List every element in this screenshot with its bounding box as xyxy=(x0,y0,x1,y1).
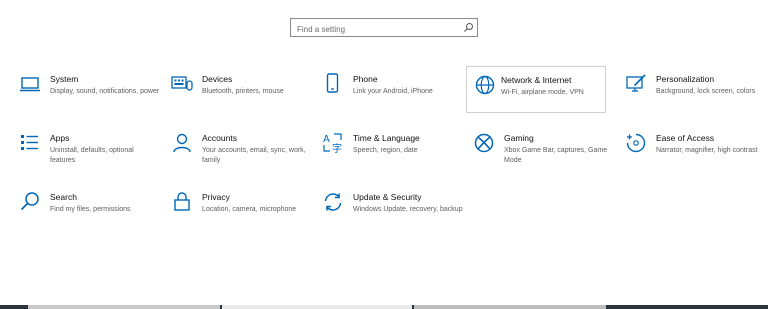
category-title: Gaming xyxy=(504,133,534,143)
category-description: Find my files, permissions xyxy=(50,206,131,213)
sync-icon xyxy=(321,190,345,214)
ease-of-access-icon xyxy=(624,131,648,155)
category-title: Apps xyxy=(50,133,70,143)
category-title: System xyxy=(50,74,79,84)
paint-icon xyxy=(624,72,648,96)
category-ease-of-access[interactable]: Ease of Access Narrator, magnifier, high… xyxy=(624,131,765,177)
taskbar-segment xyxy=(414,305,606,309)
search-box[interactable] xyxy=(290,18,478,38)
person-icon xyxy=(170,131,194,155)
category-description: Speech, region, date xyxy=(353,147,418,154)
category-accounts[interactable]: Accounts Your accounts, email, sync, wor… xyxy=(173,131,311,177)
svg-text:字: 字 xyxy=(332,142,342,155)
category-devices[interactable]: Devices Bluetooth, printers, mouse xyxy=(170,72,311,118)
taskbar-segment xyxy=(28,305,220,309)
lock-icon xyxy=(170,190,194,214)
phone-icon xyxy=(321,72,345,96)
category-description: Windows Update, recovery, backup xyxy=(353,206,463,213)
category-title: Phone xyxy=(353,74,378,84)
category-search[interactable]: Search Find my files, permissions xyxy=(18,190,159,236)
category-description: Link your Android, iPhone xyxy=(353,88,433,95)
category-update-security[interactable]: Update & Security Windows Update, recove… xyxy=(321,190,463,236)
category-description: Location, camera, microphone xyxy=(202,206,297,213)
category-title: Search xyxy=(50,192,77,202)
category-description: Wi-Fi, airplane mode, VPN xyxy=(501,89,584,96)
category-network-internet[interactable]: Network & Internet Wi-Fi, airplane mode,… xyxy=(466,66,606,113)
category-apps[interactable]: Apps Uninstall, defaults, optional featu… xyxy=(21,131,159,177)
globe-icon xyxy=(473,73,497,97)
category-description: Bluetooth, printers, mouse xyxy=(202,88,284,95)
category-description: Your accounts, email, sync, work, family xyxy=(202,147,306,164)
category-privacy[interactable]: Privacy Location, camera, microphone xyxy=(173,190,311,236)
category-title: Update & Security xyxy=(353,192,422,202)
laptop-icon xyxy=(18,72,42,96)
category-title: Network & Internet xyxy=(501,75,572,85)
category-description: Narrator, magnifier, high contrast xyxy=(656,147,758,154)
taskbar xyxy=(0,305,768,309)
category-gaming[interactable]: Gaming Xbox Game Bar, captures, Game Mod… xyxy=(472,131,613,177)
keyboard-icon xyxy=(170,72,194,96)
category-description: Xbox Game Bar, captures, Game Mode xyxy=(504,147,608,164)
category-description: Display, sound, notifications, power xyxy=(50,88,160,95)
category-title: Devices xyxy=(202,74,233,84)
apps-list-icon xyxy=(18,131,42,155)
category-title: Accounts xyxy=(202,133,237,143)
category-title: Ease of Access xyxy=(656,133,715,143)
category-description: Uninstall, defaults, optional features xyxy=(50,147,134,164)
search-input[interactable] xyxy=(291,21,457,38)
category-title: Privacy xyxy=(202,192,230,202)
category-time-language[interactable]: A字 Time & Language Speech, region, date xyxy=(321,131,462,177)
category-description: Background, lock screen, colors xyxy=(656,88,756,95)
xbox-icon xyxy=(472,131,496,155)
svg-text:A: A xyxy=(323,134,330,145)
category-system[interactable]: System Display, sound, notifications, po… xyxy=(18,72,160,118)
search-icon[interactable] xyxy=(463,22,474,33)
taskbar-segment xyxy=(222,305,412,309)
time-language-icon: A字 xyxy=(321,131,345,155)
category-phone[interactable]: Phone Link your Android, iPhone xyxy=(324,72,462,118)
category-title: Personalization xyxy=(656,74,715,84)
category-personalization[interactable]: Personalization Background, lock screen,… xyxy=(624,72,765,118)
magnifier-icon xyxy=(18,190,42,214)
category-title: Time & Language xyxy=(353,133,420,143)
